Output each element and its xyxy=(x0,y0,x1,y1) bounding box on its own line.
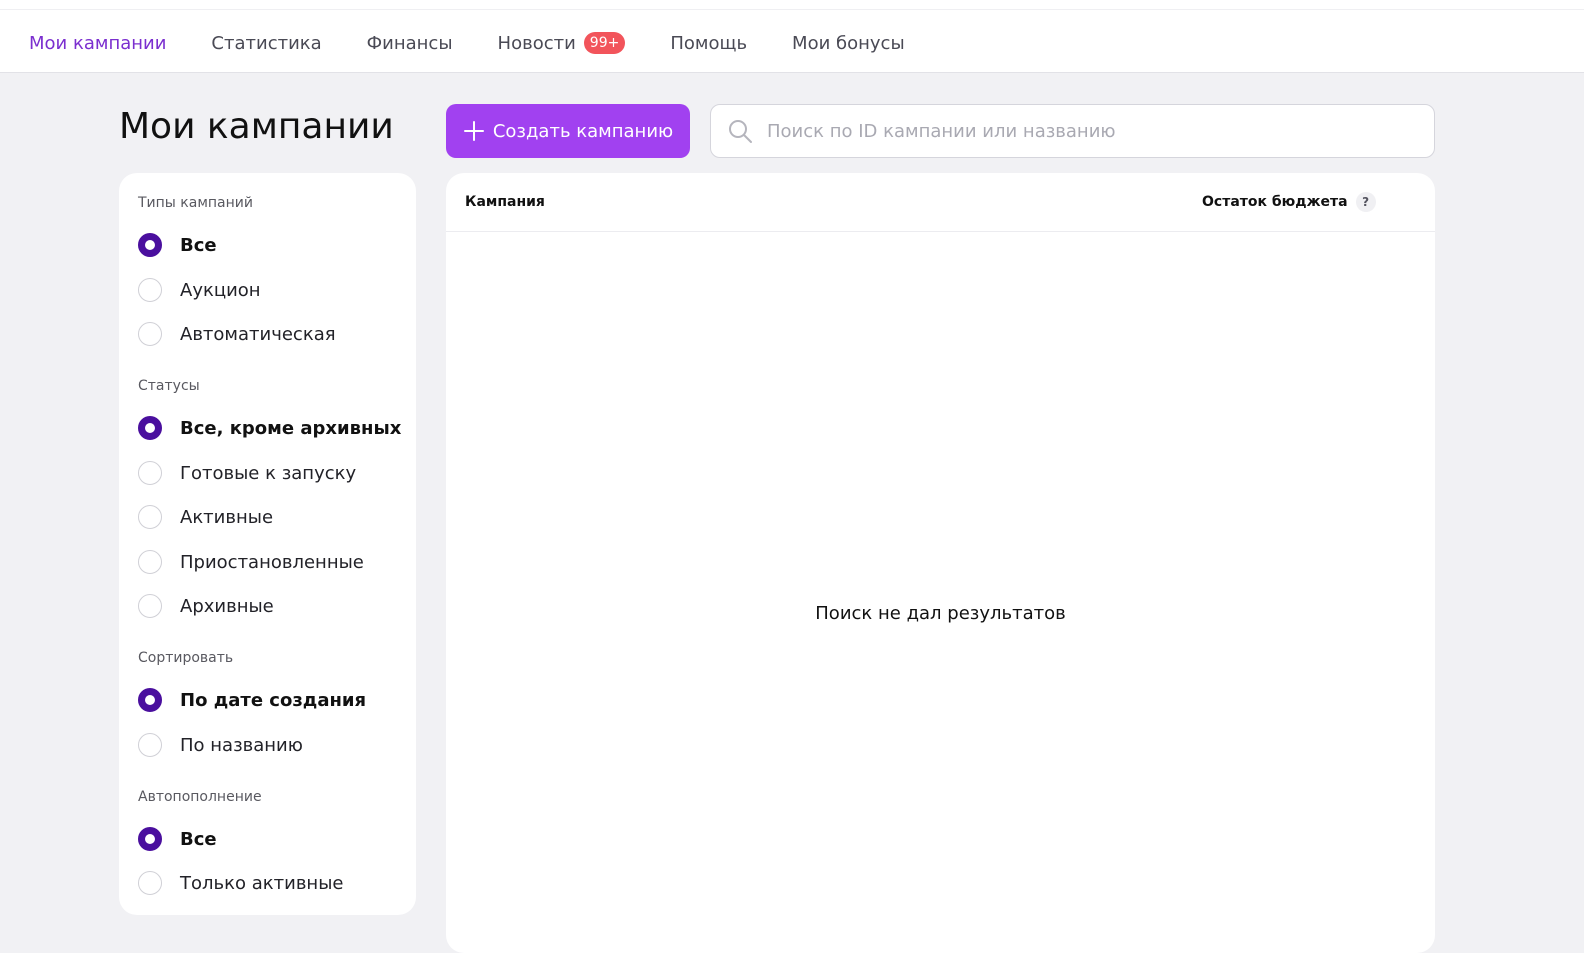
create-campaign-label: Создать кампанию xyxy=(492,120,674,142)
radio-status-active[interactable]: Активные xyxy=(138,504,273,530)
nav-item-my-campaigns[interactable]: Мои кампании xyxy=(29,33,166,54)
column-header-budget: Остаток бюджета ? xyxy=(1202,192,1376,212)
radio-label: Все xyxy=(180,828,217,850)
radio-label: Автоматическая xyxy=(180,323,336,345)
filter-group-title-autorefill: Автопополнение xyxy=(138,789,262,805)
column-header-budget-label: Остаток бюджета xyxy=(1202,194,1348,210)
help-icon[interactable]: ? xyxy=(1355,192,1376,212)
radio-label: Аукцион xyxy=(180,279,261,301)
radio-type-automatic[interactable]: Автоматическая xyxy=(138,321,336,347)
radio-button-checked[interactable] xyxy=(138,827,162,851)
radio-sort-by-date[interactable]: По дате создания xyxy=(138,687,366,713)
radio-button[interactable] xyxy=(138,461,162,485)
nav-item-label: Статистика xyxy=(211,32,322,54)
search-icon xyxy=(729,120,752,143)
radio-button[interactable] xyxy=(138,871,162,895)
radio-label: Готовые к запуску xyxy=(180,462,357,484)
table-header: Кампания Остаток бюджета ? xyxy=(446,173,1435,232)
radio-button-checked[interactable] xyxy=(138,688,162,712)
radio-button-checked[interactable] xyxy=(138,416,162,440)
radio-type-all[interactable]: Все xyxy=(138,232,217,258)
radio-sort-by-name[interactable]: По названию xyxy=(138,732,303,758)
campaigns-table: Кампания Остаток бюджета ? Поиск не дал … xyxy=(446,173,1435,953)
nav-item-label: Новости xyxy=(497,32,576,54)
plus-icon xyxy=(463,120,485,142)
create-campaign-button[interactable]: Создать кампанию xyxy=(446,104,690,158)
nav-item-label: Мои кампании xyxy=(29,32,167,54)
radio-label: Только активные xyxy=(180,872,344,894)
radio-type-auction[interactable]: Аукцион xyxy=(138,277,261,303)
empty-results-message: Поиск не дал результатов xyxy=(815,603,1066,624)
top-strip xyxy=(0,0,1584,10)
radio-label: Приостановленные xyxy=(180,551,364,573)
nav-item-statistics[interactable]: Статистика xyxy=(211,33,321,54)
radio-status-paused[interactable]: Приостановленные xyxy=(138,549,364,575)
radio-autorefill-all[interactable]: Все xyxy=(138,826,217,852)
radio-label: По дате создания xyxy=(180,689,367,711)
filter-group-title-statuses: Статусы xyxy=(138,378,200,394)
radio-status-ready[interactable]: Готовые к запуску xyxy=(138,460,356,486)
nav-item-help[interactable]: Помощь xyxy=(670,33,747,54)
radio-status-archived[interactable]: Архивные xyxy=(138,593,274,619)
search-box[interactable] xyxy=(710,104,1435,158)
nav-item-label: Мои бонусы xyxy=(792,32,905,54)
filter-group-title-types: Типы кампаний xyxy=(138,195,253,211)
radio-button[interactable] xyxy=(138,594,162,618)
news-count-badge: 99+ xyxy=(583,32,626,54)
main-nav: Мои кампании Статистика Финансы Новости … xyxy=(29,30,950,56)
radio-button[interactable] xyxy=(138,505,162,529)
filter-group-title-sort: Сортировать xyxy=(138,650,234,666)
column-header-campaign: Кампания xyxy=(465,194,545,210)
radio-label: Активные xyxy=(180,506,274,528)
radio-button-checked[interactable] xyxy=(138,233,162,257)
radio-button[interactable] xyxy=(138,550,162,574)
nav-item-label: Помощь xyxy=(670,32,748,54)
radio-status-all-except-archived[interactable]: Все, кроме архивных xyxy=(138,415,401,441)
nav-item-my-bonuses[interactable]: Мои бонусы xyxy=(792,33,905,54)
radio-button[interactable] xyxy=(138,322,162,346)
search-input[interactable] xyxy=(765,119,1409,143)
radio-button[interactable] xyxy=(138,733,162,757)
filters-panel: Типы кампаний Все Аукцион Автоматическая… xyxy=(119,173,416,915)
nav-item-news[interactable]: Новости 99+ xyxy=(498,32,626,54)
page-title: Мои кампании xyxy=(119,106,394,147)
radio-autorefill-active-only[interactable]: Только активные xyxy=(138,870,343,896)
radio-button[interactable] xyxy=(138,278,162,302)
nav-item-label: Финансы xyxy=(366,32,453,54)
top-navigation-bar: Мои кампании Статистика Финансы Новости … xyxy=(0,0,1584,73)
radio-label: Все xyxy=(180,234,217,256)
radio-label: Архивные xyxy=(180,595,274,617)
radio-label: По названию xyxy=(180,734,303,756)
nav-item-finances[interactable]: Финансы xyxy=(367,33,453,54)
radio-label: Все, кроме архивных xyxy=(180,417,402,439)
